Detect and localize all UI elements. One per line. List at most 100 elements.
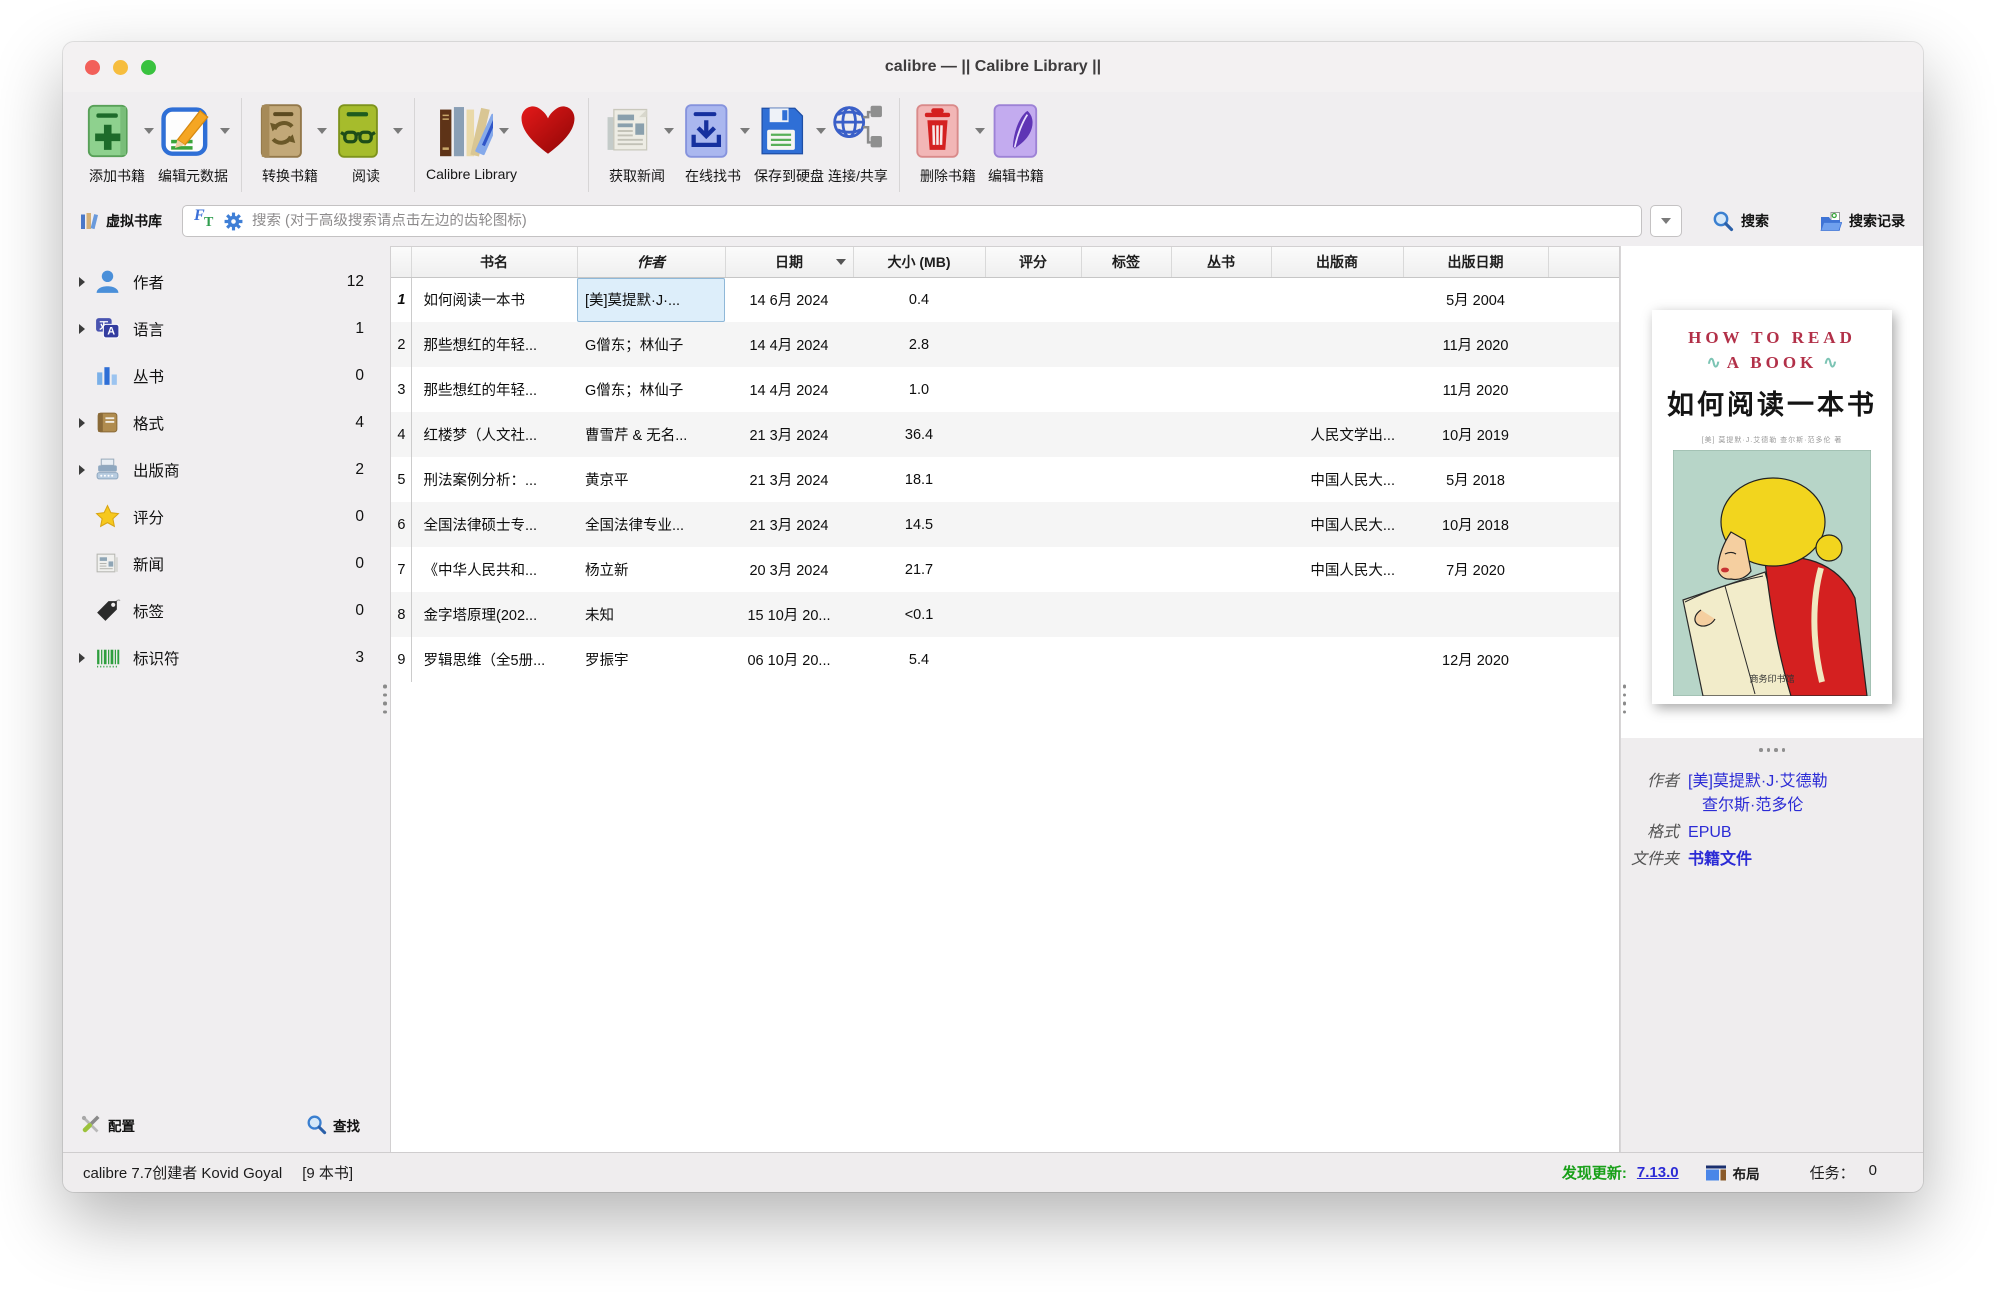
save-to-disk-button[interactable]: 保存到硬盘: [752, 94, 826, 186]
cell-series[interactable]: [1171, 322, 1271, 367]
configure-button[interactable]: 配置: [79, 1113, 135, 1136]
cell-pubdate[interactable]: 10月 2018: [1403, 502, 1548, 547]
cell-date[interactable]: 14 4月 2024: [725, 367, 853, 412]
cell-pubdate[interactable]: 11月 2020: [1403, 322, 1548, 367]
fulltext-search-icon[interactable]: F T: [193, 210, 215, 232]
expand-arrow-icon[interactable]: [73, 465, 91, 475]
dropdown-arrow-icon[interactable]: [499, 128, 509, 134]
cell-size[interactable]: 2.8: [853, 322, 985, 367]
edit-book-button[interactable]: 编辑书籍: [987, 94, 1045, 186]
get-books-button[interactable]: 在线找书: [676, 94, 750, 186]
cell-tags[interactable]: [1081, 637, 1171, 682]
table-row[interactable]: 2 那些想红的年轻... G僧东；林仙子 14 4月 2024 2.8 11月 …: [391, 322, 1619, 367]
cell-tags[interactable]: [1081, 277, 1171, 322]
cell-size[interactable]: <0.1: [853, 592, 985, 637]
cell-tags[interactable]: [1081, 322, 1171, 367]
cell-size[interactable]: 0.4: [853, 277, 985, 322]
cell-size[interactable]: 36.4: [853, 412, 985, 457]
cell-date[interactable]: 20 3月 2024: [725, 547, 853, 592]
connect-share-button[interactable]: 连接/共享: [828, 94, 888, 186]
cell-rating[interactable]: [985, 277, 1081, 322]
layout-button[interactable]: 布局: [1705, 1163, 1760, 1183]
author-link[interactable]: 查尔斯·范多伦: [1688, 791, 1828, 815]
zoom-button[interactable]: [141, 60, 156, 75]
update-version-link[interactable]: 7.13.0: [1637, 1164, 1679, 1181]
cell-title[interactable]: 全国法律硕士专...: [411, 502, 577, 547]
author-link[interactable]: [美]莫提默·J·艾德勒: [1688, 767, 1828, 791]
details-splitter-handle[interactable]: [1623, 685, 1627, 714]
sidebar-item-authors[interactable]: 作者 12: [63, 258, 390, 305]
cell-publisher[interactable]: 中国人民大...: [1271, 502, 1403, 547]
cell-series[interactable]: [1171, 637, 1271, 682]
expand-arrow-icon[interactable]: [73, 418, 91, 428]
edit-metadata-button[interactable]: 编辑元数据: [156, 94, 230, 186]
cell-publisher[interactable]: [1271, 637, 1403, 682]
sidebar-item-languages[interactable]: A 语言 1: [63, 305, 390, 352]
cell-title[interactable]: 金字塔原理(202...: [411, 592, 577, 637]
cell-title[interactable]: 红楼梦（人文社...: [411, 412, 577, 457]
cell-publisher[interactable]: 中国人民大...: [1271, 457, 1403, 502]
cell-title[interactable]: 罗辑思维（全5册...: [411, 637, 577, 682]
saved-searches-button[interactable]: 搜索记录: [1819, 210, 1905, 233]
cell-authors[interactable]: G僧东；林仙子: [577, 367, 725, 412]
cell-authors[interactable]: 曹雪芹 & 无名...: [577, 412, 725, 457]
cell-rating[interactable]: [985, 412, 1081, 457]
sidebar-item-series[interactable]: 丛书 0: [63, 352, 390, 399]
cell-pubdate[interactable]: 10月 2019: [1403, 412, 1548, 457]
cell-date[interactable]: 21 3月 2024: [725, 502, 853, 547]
cell-tags[interactable]: [1081, 502, 1171, 547]
cell-pubdate[interactable]: 12月 2020: [1403, 637, 1548, 682]
search-field[interactable]: F T: [182, 205, 1642, 237]
cell-tags[interactable]: [1081, 457, 1171, 502]
table-row[interactable]: 7 《中华人民共和... 杨立新 20 3月 2024 21.7 中国人民大..…: [391, 547, 1619, 592]
dropdown-arrow-icon[interactable]: [393, 128, 403, 134]
cell-authors-selected[interactable]: [美]莫提默·J·...: [577, 277, 725, 322]
close-button[interactable]: [85, 60, 100, 75]
cell-title[interactable]: 如何阅读一本书: [411, 277, 577, 322]
cell-size[interactable]: 5.4: [853, 637, 985, 682]
virtual-library-button[interactable]: 虚拟书库: [79, 211, 162, 231]
cell-authors[interactable]: 罗振宇: [577, 637, 725, 682]
library-button[interactable]: Calibre Library: [426, 94, 517, 182]
table-row[interactable]: 1 如何阅读一本书 [美]莫提默·J·... 14 6月 2024 0.4 5月…: [391, 277, 1619, 322]
cell-tags[interactable]: [1081, 412, 1171, 457]
sidebar-item-formats[interactable]: 格式 4: [63, 399, 390, 446]
cell-date[interactable]: 14 4月 2024: [725, 322, 853, 367]
sidebar-item-tags[interactable]: 标签 0: [63, 587, 390, 634]
cell-date[interactable]: 21 3月 2024: [725, 412, 853, 457]
cell-title[interactable]: 刑法案例分析：...: [411, 457, 577, 502]
expand-arrow-icon[interactable]: [73, 653, 91, 663]
cell-series[interactable]: [1171, 412, 1271, 457]
header-date[interactable]: 日期: [725, 247, 853, 277]
fetch-news-button[interactable]: 获取新闻: [600, 94, 674, 186]
table-row[interactable]: 8 金字塔原理(202... 未知 15 10月 20... <0.1: [391, 592, 1619, 637]
sidebar-item-publisher[interactable]: 出版商 2: [63, 446, 390, 493]
gear-icon[interactable]: [223, 211, 244, 232]
cell-pubdate[interactable]: 5月 2004: [1403, 277, 1548, 322]
cell-publisher[interactable]: [1271, 322, 1403, 367]
cell-rating[interactable]: [985, 367, 1081, 412]
search-input[interactable]: [252, 213, 1631, 229]
cell-rating[interactable]: [985, 592, 1081, 637]
cell-authors[interactable]: 未知: [577, 592, 725, 637]
table-row[interactable]: 5 刑法案例分析：... 黄京平 21 3月 2024 18.1 中国人民大..…: [391, 457, 1619, 502]
cell-rating[interactable]: [985, 322, 1081, 367]
cell-series[interactable]: [1171, 367, 1271, 412]
header-title[interactable]: 书名: [411, 247, 577, 277]
cell-tags[interactable]: [1081, 592, 1171, 637]
cell-title[interactable]: 《中华人民共和...: [411, 547, 577, 592]
dropdown-arrow-icon[interactable]: [220, 128, 230, 134]
cell-pubdate[interactable]: 7月 2020: [1403, 547, 1548, 592]
sidebar-splitter-handle[interactable]: [383, 685, 387, 714]
sidebar-item-identifiers[interactable]: 标识符 3: [63, 634, 390, 681]
cell-rating[interactable]: [985, 637, 1081, 682]
remove-books-button[interactable]: 删除书籍: [911, 94, 985, 186]
search-history-dropdown[interactable]: [1650, 205, 1682, 237]
table-row[interactable]: 4 红楼梦（人文社... 曹雪芹 & 无名... 21 3月 2024 36.4…: [391, 412, 1619, 457]
sidebar-item-news[interactable]: 新闻 0: [63, 540, 390, 587]
table-row[interactable]: 6 全国法律硕士专... 全国法律专业... 21 3月 2024 14.5 中…: [391, 502, 1619, 547]
cell-title[interactable]: 那些想红的年轻...: [411, 322, 577, 367]
find-button[interactable]: 查找: [306, 1114, 360, 1135]
read-button[interactable]: 阅读: [329, 94, 403, 186]
header-pubdate[interactable]: 出版日期: [1403, 247, 1548, 277]
